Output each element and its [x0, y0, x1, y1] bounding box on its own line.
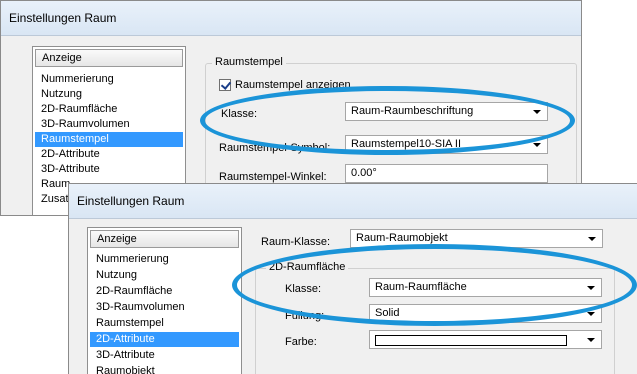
list-header[interactable]: Anzeige: [90, 230, 239, 248]
farbe-label: Farbe:: [285, 336, 317, 348]
list-header[interactable]: Anzeige: [35, 49, 183, 67]
list-item-2d-raumflaeche[interactable]: 2D-Raumfläche: [90, 284, 239, 299]
klasse-label: Klasse:: [221, 108, 258, 120]
klasse-dropdown[interactable]: Raum-Raumfläche: [369, 278, 602, 297]
list-item-nutzung[interactable]: Nutzung: [35, 87, 183, 102]
klasse-dropdown[interactable]: Raum-Raumbeschriftung: [345, 102, 548, 121]
list-item-2d-raumflaeche[interactable]: 2D-Raumfläche: [35, 102, 183, 117]
window-title: Einstellungen Raum: [77, 194, 185, 208]
list-item-raumstempel[interactable]: Raumstempel: [90, 316, 239, 331]
list-item-3d-raumvolumen[interactable]: 3D-Raumvolumen: [35, 117, 183, 132]
chevron-down-icon: [533, 110, 541, 114]
winkel-value: 0.00°: [351, 167, 377, 179]
list-item-2d-attribute[interactable]: 2D-Attribute: [90, 332, 239, 347]
color-swatch: [375, 335, 567, 346]
raumklasse-dropdown[interactable]: Raum-Raumobjekt: [350, 229, 603, 248]
chevron-down-icon: [533, 143, 541, 147]
list-item-nummerierung[interactable]: Nummerierung: [90, 252, 239, 267]
winkel-label: Raumstempel-Winkel:: [219, 171, 327, 183]
show-stamp-checkbox[interactable]: [219, 79, 232, 91]
klasse-value: Raum-Raumfläche: [375, 281, 467, 293]
chevron-down-icon: [587, 286, 595, 290]
list-item-3d-attribute[interactable]: 3D-Attribute: [35, 162, 183, 177]
display-category-list[interactable]: Anzeige Nummerierung Nutzung 2D-Raumfläc…: [87, 227, 242, 374]
show-stamp-label: Raumstempel anzeigen: [235, 79, 351, 91]
settings-window-front: Einstellungen Raum Anzeige Nummerierung …: [68, 183, 637, 374]
list-item-3d-raumvolumen[interactable]: 3D-Raumvolumen: [90, 300, 239, 315]
symbol-label: Raumstempel-Symbol:: [219, 142, 331, 154]
list-item-2d-attribute[interactable]: 2D-Attribute: [35, 147, 183, 162]
fuellung-dropdown[interactable]: Solid: [369, 304, 602, 323]
winkel-input[interactable]: 0.00°: [345, 164, 548, 183]
raumklasse-value: Raum-Raumobjekt: [356, 232, 448, 244]
list-item-nutzung[interactable]: Nutzung: [90, 268, 239, 283]
list-item-raumstempel[interactable]: Raumstempel: [35, 132, 183, 147]
chevron-down-icon: [587, 312, 595, 316]
window-titlebar[interactable]: Einstellungen Raum: [69, 184, 637, 219]
klasse-label: Klasse:: [285, 283, 322, 295]
list-item-3d-attribute[interactable]: 3D-Attribute: [90, 348, 239, 363]
list-item-raumobjekt[interactable]: Raumobjekt: [90, 364, 239, 374]
group-title: Raumstempel: [212, 56, 286, 68]
fuellung-value: Solid: [375, 307, 400, 319]
window-titlebar[interactable]: Einstellungen Raum: [1, 1, 581, 36]
list-item-nummerierung[interactable]: Nummerierung: [35, 72, 183, 87]
checkmark-icon: [220, 79, 232, 90]
symbol-dropdown[interactable]: Raumstempel10-SIA II: [345, 135, 548, 154]
chevron-down-icon: [588, 237, 596, 241]
klasse-value: Raum-Raumbeschriftung: [351, 105, 474, 117]
raumklasse-label: Raum-Klasse:: [261, 236, 331, 248]
window-title: Einstellungen Raum: [9, 11, 117, 25]
group-title: 2D-Raumfläche: [266, 261, 349, 273]
symbol-value: Raumstempel10-SIA II: [351, 138, 462, 150]
farbe-dropdown[interactable]: [369, 330, 602, 349]
fuellung-label: Füllung:: [285, 310, 325, 322]
chevron-down-icon: [587, 338, 595, 342]
